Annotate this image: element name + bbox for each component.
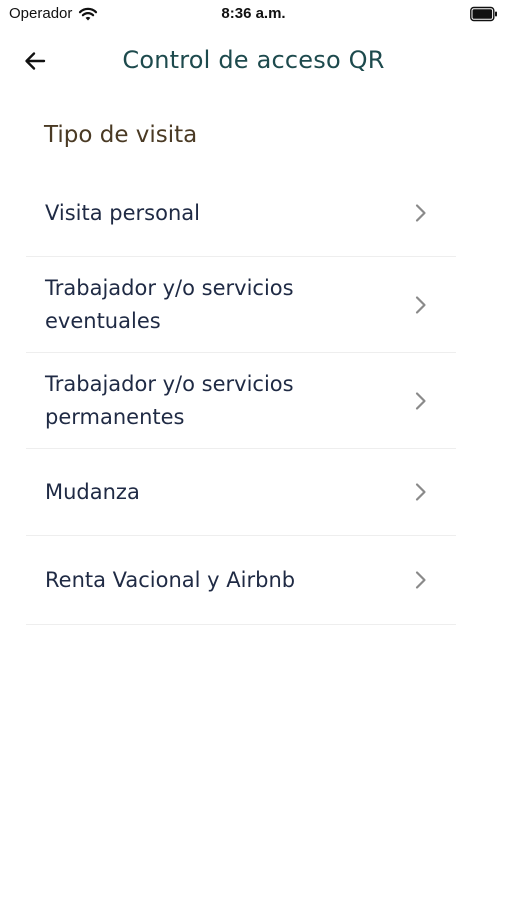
chevron-right-icon — [415, 295, 426, 314]
battery-icon — [470, 6, 497, 22]
section-title: Tipo de visita — [44, 122, 198, 148]
list-item-renta-vacional[interactable]: Renta Vacional y Airbnb — [26, 536, 456, 625]
chevron-right-icon — [415, 391, 426, 410]
chevron-right-icon — [415, 204, 426, 222]
list-item-trabajador-eventuales[interactable]: Trabajador y/o servicios eventuales — [26, 257, 456, 353]
list-item-label: Visita personal — [45, 200, 200, 225]
list-item-label: Mudanza — [45, 479, 140, 504]
list-item-label: Renta Vacional y Airbnb — [45, 567, 296, 592]
status-time: 8:36 a.m. — [221, 5, 286, 22]
list-item-label: Trabajador y/o servicios permanentes — [45, 371, 294, 429]
status-bar: Operador 8:36 a.m. — [0, 0, 507, 30]
list-item-visita-personal[interactable]: Visita personal — [26, 170, 456, 257]
list-item-label: Trabajador y/o servicios eventuales — [45, 275, 294, 333]
chevron-right-icon — [415, 571, 426, 589]
navigation-bar: Control de acceso QR — [0, 38, 507, 82]
list-item-trabajador-permanentes[interactable]: Trabajador y/o servicios permanentes — [26, 353, 456, 449]
visit-type-list: Visita personal Trabajador y/o servicios… — [26, 170, 456, 625]
list-item-mudanza[interactable]: Mudanza — [26, 449, 456, 536]
chevron-right-icon — [415, 483, 426, 501]
page-title: Control de acceso QR — [122, 46, 385, 74]
